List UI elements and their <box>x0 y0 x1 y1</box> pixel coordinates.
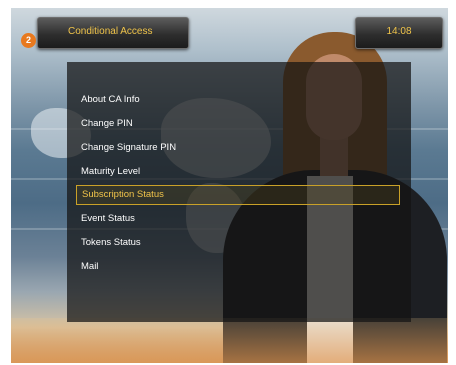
menu-title: Conditional Access <box>68 26 153 37</box>
menu-item-mail[interactable]: Mail <box>76 257 400 277</box>
desk-glow <box>11 318 448 363</box>
menu-item-event-status[interactable]: Event Status <box>76 209 400 229</box>
clock-time: 14:08 <box>386 26 412 37</box>
menu-item-tokens-status[interactable]: Tokens Status <box>76 233 400 253</box>
menu-item-change-pin[interactable]: Change PIN <box>76 114 400 134</box>
menu-title-bar: Conditional Access <box>37 17 189 49</box>
menu-item-subscription-status[interactable]: Subscription Status <box>76 185 400 205</box>
menu-item-change-signature-pin[interactable]: Change Signature PIN <box>76 138 400 158</box>
ca-menu-panel: About CA Info Change PIN Change Signatur… <box>67 62 411 322</box>
menu-item-about-ca-info[interactable]: About CA Info <box>76 90 400 110</box>
menu-item-maturity-level[interactable]: Maturity Level <box>76 162 400 182</box>
clock-box: 14:08 <box>355 17 443 49</box>
step-badge: 2 <box>21 33 36 48</box>
